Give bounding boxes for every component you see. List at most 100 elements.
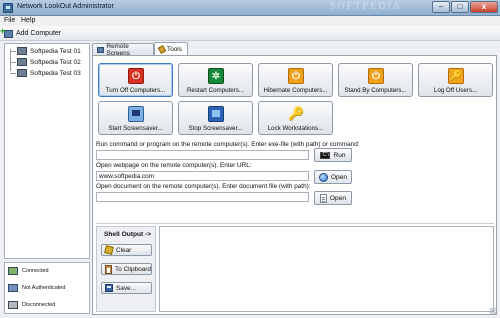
clipboard-icon (105, 264, 112, 274)
tab-label: Tools (167, 45, 182, 53)
tree-item-computer[interactable]: Softpedia Test 02 (5, 57, 81, 67)
add-computer-label: Add Computer (16, 30, 62, 37)
stand-by-button[interactable]: ⏻ Stand By Computers... (338, 63, 413, 97)
clear-button-label: Clear (116, 246, 132, 254)
status-legend: Connected Not Authenticated Disconnected (4, 262, 90, 314)
tree-branch (10, 72, 16, 74)
legend-not-authenticated: Not Authenticated (8, 282, 65, 294)
connected-computer-icon (8, 266, 18, 276)
action-label: Turn Off Computers... (105, 87, 166, 94)
tree-branch (10, 61, 16, 63)
run-command-input[interactable] (96, 150, 309, 160)
power-icon: ⏻ (128, 68, 144, 84)
menu-bar: File Help (0, 16, 500, 26)
tools-icon (157, 44, 167, 54)
document-path-input[interactable] (96, 192, 309, 202)
action-label: Stand By Computers... (344, 87, 407, 94)
window-controls: – □ x (432, 1, 498, 13)
legend-connected: Connected (8, 265, 49, 277)
monitor-icon (208, 106, 224, 122)
add-computer-icon (0, 26, 13, 38)
maximize-button[interactable]: □ (451, 1, 469, 13)
document-icon (319, 193, 327, 203)
action-buttons: ⏻ Turn Off Computers... ✲ Restart Comput… (92, 55, 497, 139)
not-authenticated-computer-icon (8, 283, 18, 293)
run-button[interactable]: C:\ Run (314, 148, 352, 162)
open-document-section: Open document on the remote computer(s).… (96, 183, 494, 207)
globe-icon (318, 172, 328, 182)
lock-workstations-button[interactable]: 🔑 Lock Workstations... (258, 101, 333, 135)
shell-output-title: Shell Output -> (104, 231, 152, 238)
minimize-button[interactable]: – (432, 1, 450, 13)
restart-button[interactable]: ✲ Restart Computers... (178, 63, 253, 97)
to-clipboard-button-label: To Clipboard (115, 265, 151, 273)
menu-help[interactable]: Help (21, 17, 35, 24)
eraser-icon (104, 245, 114, 255)
computer-icon (17, 69, 27, 77)
disconnected-computer-icon (8, 300, 18, 310)
open-document-button[interactable]: Open (314, 191, 352, 205)
toolbar: Add Computer (0, 26, 500, 41)
hibernate-button[interactable]: ⏻ Hibernate Computers... (258, 63, 333, 97)
floppy-disk-icon (105, 284, 113, 292)
restart-icon: ✲ (208, 68, 224, 84)
open-document-button-label: Open (329, 194, 347, 202)
log-off-button[interactable]: 🔑 Log Off Users... (418, 63, 493, 97)
add-computer-button[interactable]: Add Computer (0, 26, 62, 39)
run-button-label: Run (333, 151, 346, 159)
computer-label: Softpedia Test 02 (30, 58, 81, 66)
command-prompt-icon: C:\ (320, 151, 331, 159)
start-screensaver-button[interactable]: Start Screensaver... (98, 101, 173, 135)
open-webpage-label: Open webpage on the remote computer(s). … (96, 162, 252, 169)
window-title: Network LookOut Administrator (17, 3, 114, 10)
save-button-label: Save... (116, 284, 136, 292)
stop-screensaver-button[interactable]: Stop Screensaver... (178, 101, 253, 135)
computer-icon (17, 58, 27, 66)
section-divider (96, 223, 494, 224)
hibernate-icon: ⏻ (288, 68, 304, 84)
legend-label: Disconnected (22, 302, 56, 308)
legend-disconnected: Disconnected (8, 299, 55, 311)
open-document-label: Open document on the remote computer(s).… (96, 183, 311, 190)
computer-label: Softpedia Test 03 (30, 69, 81, 77)
watermark-logo: SOFTPEDIA (330, 1, 402, 12)
legend-label: Not Authenticated (22, 285, 66, 291)
shell-output-area[interactable] (159, 226, 494, 312)
shell-output-controls: Shell Output -> Clear To Clipboard Save.… (96, 226, 156, 312)
computer-icon (17, 47, 27, 55)
key-icon: 🔑 (288, 106, 305, 121)
monitor-icon (97, 46, 105, 53)
save-button[interactable]: Save... (101, 282, 152, 294)
tree-item-computer[interactable]: Softpedia Test 03 (5, 68, 81, 78)
app-icon (3, 3, 13, 13)
open-webpage-section: Open webpage on the remote computer(s). … (96, 162, 494, 184)
action-label: Start Screensaver... (108, 125, 163, 132)
action-label: Hibernate Computers... (263, 87, 328, 94)
to-clipboard-button[interactable]: To Clipboard (101, 263, 152, 275)
tab-remote-screens[interactable]: Remote Screens (92, 43, 154, 57)
clear-button[interactable]: Clear (101, 244, 152, 256)
tree-branch (10, 50, 16, 52)
action-label: Log Off Users... (433, 87, 478, 94)
standby-icon: ⏻ (368, 68, 384, 84)
menu-file[interactable]: File (4, 17, 15, 24)
open-webpage-button-label: Open (330, 173, 348, 181)
run-command-section: Run command or program on the remote com… (96, 141, 494, 162)
tab-tools[interactable]: Tools (154, 42, 188, 55)
title-bar[interactable]: Network LookOut Administrator SOFTPEDIA … (0, 0, 500, 16)
resize-grip[interactable] (490, 308, 497, 315)
action-label: Restart Computers... (186, 87, 245, 94)
action-label: Stop Screensaver... (188, 125, 243, 132)
logoff-icon: 🔑 (448, 68, 464, 84)
computer-tree[interactable]: Softpedia Test 01 Softpedia Test 02 Soft… (4, 43, 90, 259)
turn-off-button[interactable]: ⏻ Turn Off Computers... (98, 63, 173, 97)
run-command-label: Run command or program on the remote com… (96, 141, 360, 148)
url-input[interactable] (96, 171, 309, 181)
open-webpage-button[interactable]: Open (314, 170, 352, 184)
screensaver-icon (128, 106, 144, 122)
computer-label: Softpedia Test 01 (30, 47, 81, 55)
tree-item-computer[interactable]: Softpedia Test 01 (5, 46, 81, 56)
close-button[interactable]: x (470, 1, 498, 13)
legend-label: Connected (22, 268, 49, 274)
action-label: Lock Workstations... (267, 125, 324, 132)
